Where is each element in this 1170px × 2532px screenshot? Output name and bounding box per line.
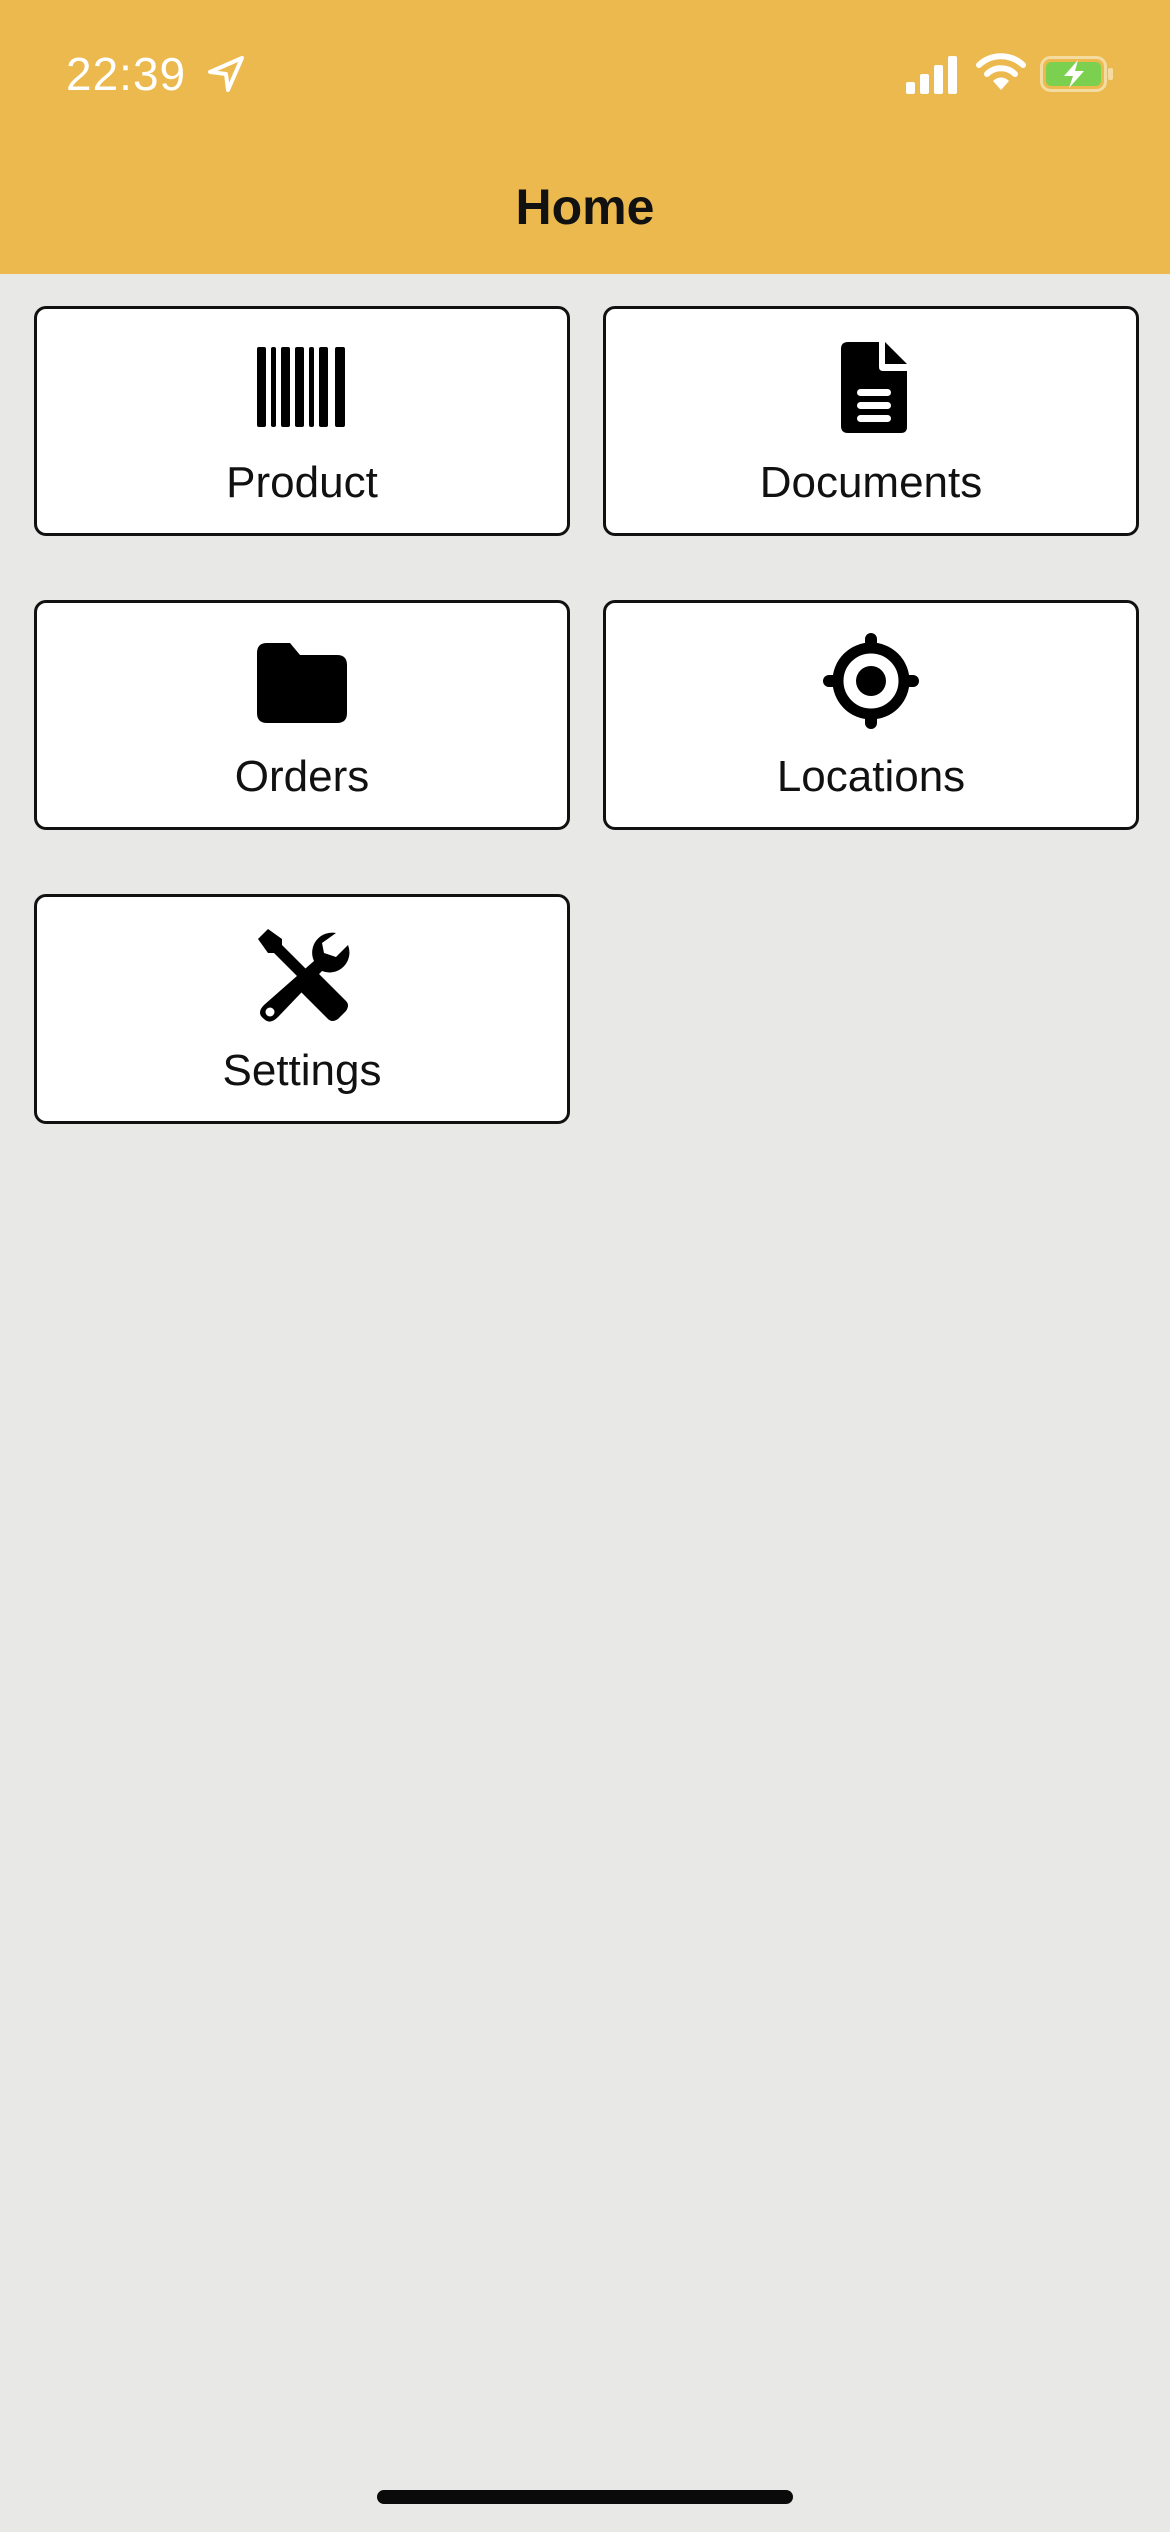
- tools-icon: [258, 929, 350, 1022]
- tile-product[interactable]: Product: [34, 306, 570, 536]
- tile-settings-label: Settings: [222, 1046, 382, 1095]
- home-indicator[interactable]: [377, 2490, 793, 2504]
- tile-documents-label: Documents: [759, 458, 983, 507]
- tile-product-label: Product: [226, 458, 378, 507]
- tile-locations[interactable]: Locations: [603, 600, 1139, 830]
- app-header: 22:39 Home: [0, 0, 1170, 274]
- cellular-signal-icon: [906, 56, 957, 94]
- status-time: 22:39: [66, 48, 187, 100]
- page-title: Home: [515, 179, 655, 235]
- tile-settings[interactable]: Settings: [34, 894, 570, 1124]
- tile-documents[interactable]: Documents: [603, 306, 1139, 536]
- crosshair-icon: [823, 633, 919, 729]
- battery-charging-icon: [1040, 56, 1113, 92]
- document-icon: [841, 342, 907, 433]
- location-arrow-icon: [208, 56, 244, 92]
- tile-orders-label: Orders: [234, 752, 370, 801]
- barcode-icon: [257, 347, 345, 427]
- wifi-icon: [976, 53, 1026, 90]
- tile-locations-label: Locations: [776, 752, 966, 801]
- tile-orders[interactable]: Orders: [34, 600, 570, 830]
- folder-icon: [257, 643, 347, 723]
